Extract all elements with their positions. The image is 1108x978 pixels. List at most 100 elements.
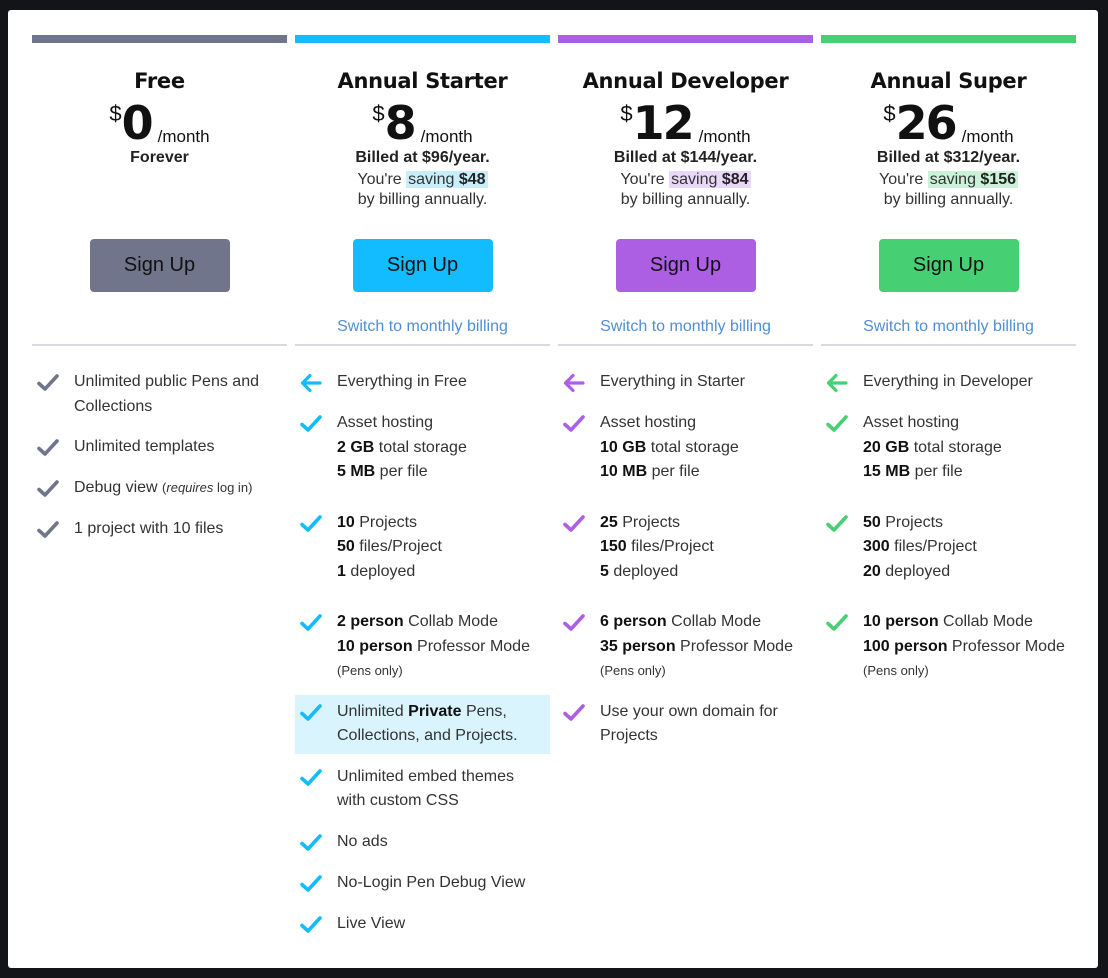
feature-item: Everything in Free (295, 365, 550, 400)
plan-price: $ 12 /month (620, 99, 750, 147)
check-icon (300, 915, 322, 933)
plan-free: Free $ 0 /month Forever Sign Up Unlimite… (32, 35, 287, 538)
feature-text: 6 person Collab Mode 35 person Professor … (600, 613, 793, 678)
arrow-left-icon (300, 373, 322, 393)
check-icon (37, 374, 59, 391)
divider (821, 344, 1076, 346)
feature-text: Asset hosting 10 GB total storage 10 MB pe… (600, 414, 739, 480)
feature-text: No ads (337, 832, 388, 850)
divider (558, 344, 813, 346)
arrow-left-icon (826, 373, 848, 393)
feature-text: 50 Projects 300 files/Project 20 deployed (863, 513, 977, 580)
plan-title: Annual Developer (582, 69, 789, 93)
plan-price: $ 0 /month (109, 99, 209, 147)
feature-item: No ads (295, 825, 550, 860)
feature-item: 6 person Collab Mode 35 person Professor … (558, 605, 813, 689)
feature-text: Live View (337, 914, 406, 932)
plan-color-bar (558, 35, 813, 43)
billed-annually-text: Billed at $312/year. (876, 149, 1021, 166)
check-icon (300, 703, 322, 721)
saving-subtext: by billing annually. (620, 191, 751, 208)
feature-text: Everything in Free (337, 373, 467, 390)
check-icon (300, 874, 322, 892)
plan-developer: Annual Developer $ 12 /month Billed at $… (558, 35, 813, 744)
feature-item: 10 Projects 50 files/Project 1 deployed (295, 506, 550, 590)
feature-text: Unlimited public Pens and Collections (74, 373, 259, 415)
price-period: /month (157, 127, 210, 146)
switch-to-monthly-link[interactable]: Switch to monthly billing (600, 318, 771, 338)
feature-item: Live View (295, 907, 550, 942)
price-period: /month (961, 127, 1014, 146)
check-icon (300, 614, 322, 631)
feature-item: Everything in Starter (558, 365, 813, 400)
feature-item: Asset hosting 20 GB total storage 15 MB pe… (821, 406, 1076, 490)
saving-text: You're saving $84 (620, 171, 751, 188)
check-icon (563, 614, 585, 631)
price-period: /month (698, 127, 751, 146)
feature-text: Use your own domain for Projects (600, 702, 778, 745)
sign-up-button-free[interactable]: Sign Up (89, 239, 230, 292)
feature-item: Unlimited templates (32, 430, 287, 465)
plan-color-bar (295, 35, 550, 43)
feature-text: Unlimited embed themes with custom CSS (337, 767, 514, 810)
feature-item: 1 project with 10 files (32, 512, 287, 547)
check-icon (563, 514, 585, 532)
feature-item: 25 Projects 150 files/Project 5 deployed (558, 506, 813, 590)
feature-list-super: Everything in Developer Asset hosting 20 … (821, 365, 1076, 695)
feature-list-starter: Everything in Free Asset hosting 2 GB tot… (295, 365, 550, 948)
check-icon (563, 703, 585, 721)
billed-annually-text: Billed at $144/year. (613, 149, 758, 166)
feature-text: 2 person Collab Mode 10 person Professor … (337, 613, 530, 678)
plan-super: Annual Super $ 26 /month Billed at $312/… (821, 35, 1076, 678)
price-amount: 8 (384, 96, 417, 150)
currency-symbol: $ (883, 101, 896, 126)
sign-up-button-developer[interactable]: Sign Up (615, 239, 756, 292)
feature-text: 25 Projects 150 files/Project 5 deployed (600, 513, 714, 580)
feature-text: 1 project with 10 files (74, 520, 224, 537)
feature-item: Use your own domain for Projects (558, 695, 813, 754)
feature-item: Debug view (requires log in) (32, 471, 287, 506)
arrow-left-icon (563, 373, 585, 393)
plan-title: Annual Starter (337, 69, 508, 93)
check-icon (826, 415, 848, 432)
check-icon (563, 415, 585, 432)
feature-text: Everything in Starter (600, 373, 745, 390)
saving-text: You're saving $156 (878, 171, 1019, 188)
plan-title: Annual Super (870, 69, 1027, 93)
check-icon (300, 415, 322, 432)
feature-item: Unlimited public Pens and Collections (32, 365, 287, 424)
plan-title: Free (134, 69, 185, 93)
feature-text: Unlimited Private Pens, Collections, and… (337, 702, 518, 745)
feature-item: 10 person Collab Mode 100 person Professo… (821, 605, 1076, 689)
feature-text: 10 person Collab Mode 100 person Professo… (863, 613, 1065, 678)
currency-symbol: $ (620, 101, 633, 126)
feature-item: Asset hosting 10 GB total storage 10 MB pe… (558, 406, 813, 490)
price-amount: 12 (632, 96, 695, 150)
plan-color-bar (821, 35, 1076, 43)
check-icon (37, 521, 59, 538)
pricing-card: Free $ 0 /month Forever Sign Up Unlimite… (8, 10, 1098, 968)
price-amount: 26 (895, 96, 958, 150)
feature-text: Asset hosting 20 GB total storage 15 MB pe… (863, 414, 1002, 480)
check-icon (826, 614, 848, 631)
feature-text: Everything in Developer (863, 373, 1033, 390)
sign-up-button-super[interactable]: Sign Up (878, 239, 1019, 292)
price-period: /month (420, 127, 473, 146)
divider (32, 344, 287, 346)
check-icon (37, 480, 59, 497)
switch-to-monthly-link[interactable]: Switch to monthly billing (337, 318, 508, 338)
plans-row: Free $ 0 /month Forever Sign Up Unlimite… (32, 35, 1076, 933)
feature-item: 2 person Collab Mode 10 person Professor … (295, 605, 550, 689)
switch-to-monthly-link[interactable]: Switch to monthly billing (863, 318, 1034, 338)
feature-text: No-Login Pen Debug View (337, 873, 526, 891)
feature-text: 10 Projects 50 files/Project 1 deployed (337, 513, 442, 580)
sign-up-button-starter[interactable]: Sign Up (352, 239, 493, 292)
check-icon (300, 514, 322, 532)
check-icon (300, 833, 322, 851)
feature-item-highlighted: Unlimited Private Pens, Collections, and… (295, 694, 550, 754)
check-icon (826, 514, 848, 532)
divider (295, 344, 550, 346)
plan-price: $ 8 /month (372, 99, 472, 147)
plan-price: $ 26 /month (883, 99, 1013, 147)
feature-item: Unlimited embed themes with custom CSS (295, 760, 550, 819)
